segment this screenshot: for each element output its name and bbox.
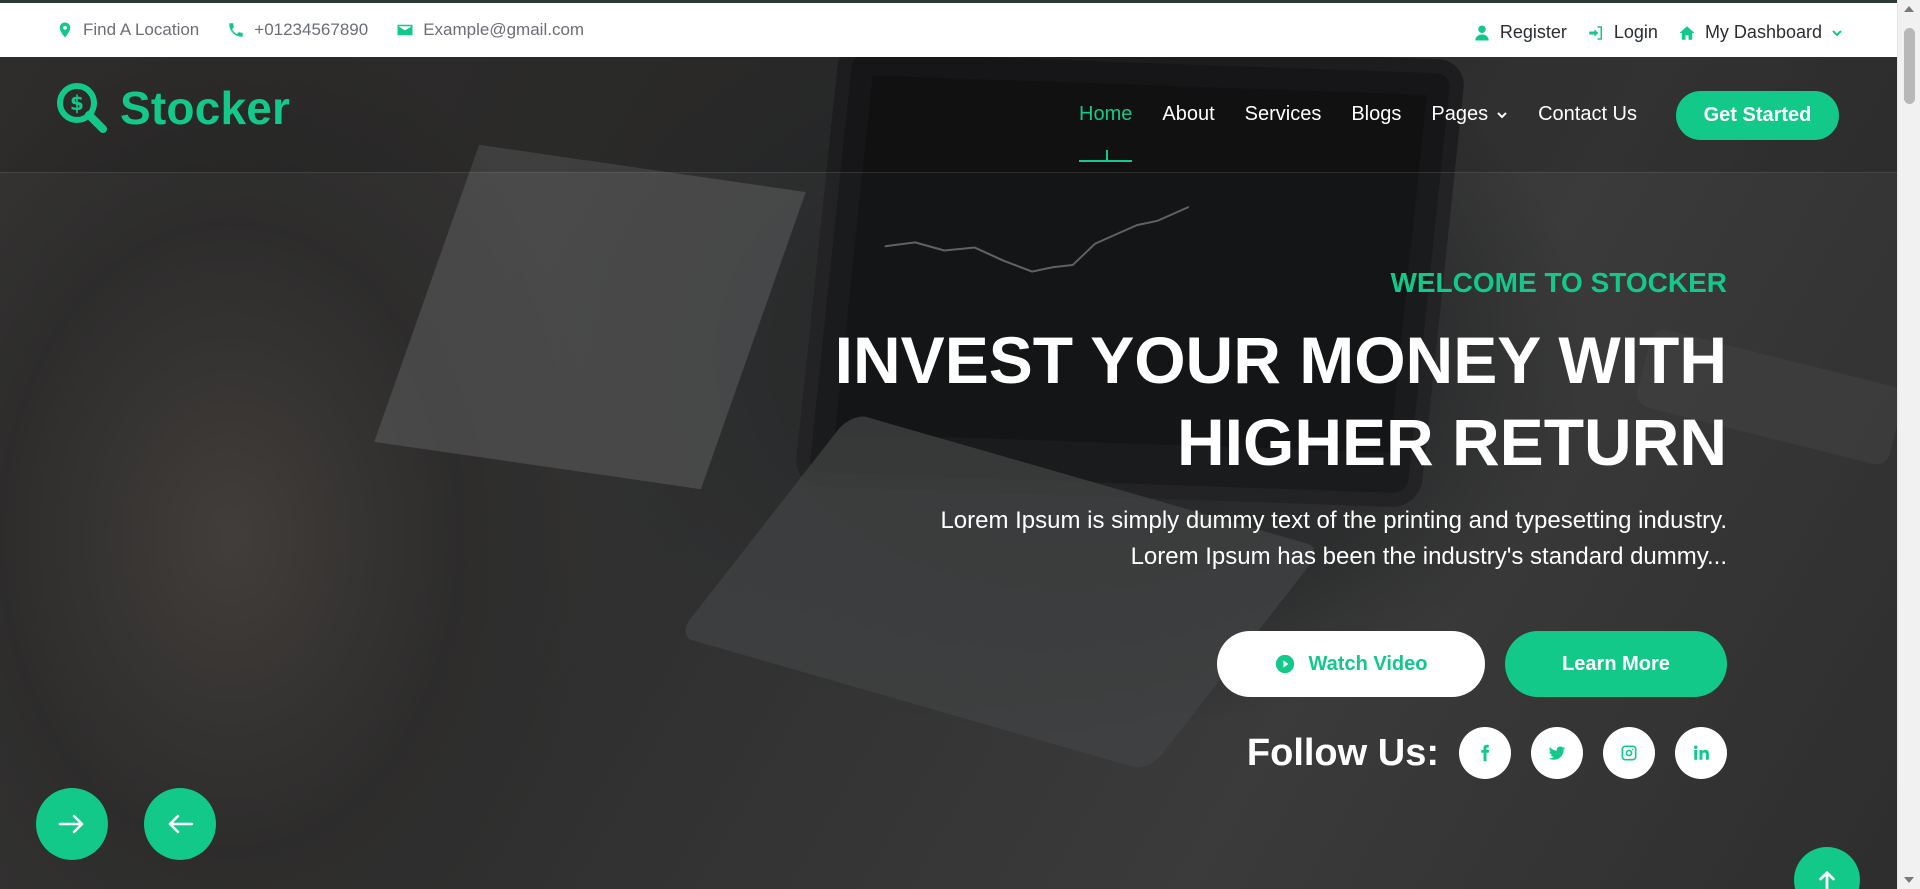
headline-line-2: HIGHER RETURN: [1176, 405, 1727, 479]
nav-blogs-label: Blogs: [1351, 103, 1402, 125]
scrollbar-thumb[interactable]: [1904, 28, 1915, 104]
phone-label: +01234567890: [254, 20, 369, 39]
twitter-link[interactable]: [1531, 727, 1583, 779]
nav-contact[interactable]: Contact Us: [1538, 103, 1637, 126]
twitter-icon: [1548, 746, 1566, 760]
active-underline: [1079, 160, 1133, 162]
nav-contact-label: Contact Us: [1538, 103, 1638, 125]
arrow-left-icon: [168, 814, 194, 834]
main-navbar: $ Stocker Home About Services Blogs Page…: [0, 57, 1897, 173]
watch-video-button[interactable]: Watch Video: [1217, 631, 1485, 697]
phone-icon: [227, 21, 245, 39]
carousel-next-button[interactable]: [36, 788, 108, 860]
location-label: Find A Location: [83, 20, 200, 39]
user-icon: [1473, 24, 1491, 42]
top-bar: Find A Location +01234567890 Example@gma…: [0, 0, 1897, 57]
facebook-icon: [1481, 744, 1490, 762]
hero-actions: Watch Video Learn More: [827, 631, 1727, 697]
headline-line-1: INVEST YOUR MONEY WITH: [834, 323, 1727, 397]
description-line-1: Lorem Ipsum is simply dummy text of the …: [940, 507, 1727, 534]
play-circle-icon: [1275, 654, 1294, 674]
dashboard-dropdown[interactable]: My Dashboard: [1678, 22, 1843, 43]
nav-about-label: About: [1162, 103, 1215, 125]
hero-description: Lorem Ipsum is simply dummy text of the …: [827, 503, 1727, 575]
brand-name: Stocker: [120, 82, 291, 134]
register-link[interactable]: Register: [1473, 22, 1567, 43]
find-location-link[interactable]: Find A Location: [56, 20, 199, 40]
hero-headline: INVEST YOUR MONEY WITH HIGHER RETURN: [827, 319, 1727, 483]
hero-section: $ Stocker Home About Services Blogs Page…: [0, 57, 1897, 889]
chevron-down-icon: [1496, 109, 1508, 121]
nav-services-label: Services: [1244, 103, 1322, 125]
brand-logo[interactable]: $ Stocker: [56, 81, 290, 135]
instagram-icon: [1621, 745, 1637, 761]
search-dollar-icon: $: [57, 83, 107, 133]
page-scrollbar[interactable]: [1897, 0, 1920, 889]
scroll-down-arrow-icon[interactable]: [1904, 877, 1914, 883]
chevron-down-icon: [1831, 27, 1843, 39]
nav-home-label: Home: [1079, 103, 1133, 125]
sign-in-icon: [1587, 24, 1605, 42]
arrow-up-icon: [1819, 871, 1835, 889]
phone-link[interactable]: +01234567890: [227, 20, 368, 40]
instagram-link[interactable]: [1603, 727, 1655, 779]
nav-services[interactable]: Services: [1245, 103, 1322, 126]
map-pin-icon: [56, 21, 74, 39]
nav-menu: Home About Services Blogs Pages Contact …: [1079, 103, 1637, 162]
description-line-2: Lorem Ipsum has been the industry's stan…: [1130, 543, 1727, 570]
nav-about[interactable]: About: [1162, 103, 1214, 126]
linkedin-link[interactable]: [1675, 727, 1727, 779]
email-link[interactable]: Example@gmail.com: [396, 20, 584, 40]
learn-more-button[interactable]: Learn More: [1505, 631, 1727, 697]
follow-us-label: Follow Us:: [1246, 731, 1439, 774]
svg-text:$: $: [70, 91, 84, 115]
nav-home[interactable]: Home: [1079, 103, 1133, 162]
watch-video-label: Watch Video: [1308, 652, 1428, 675]
facebook-link[interactable]: [1459, 727, 1511, 779]
envelope-icon: [396, 21, 414, 39]
login-link[interactable]: Login: [1587, 22, 1658, 43]
login-label: Login: [1613, 22, 1658, 42]
active-tick: [1106, 150, 1108, 160]
arrow-right-icon: [58, 814, 84, 834]
home-icon: [1678, 24, 1696, 42]
dashboard-label: My Dashboard: [1704, 22, 1822, 42]
register-label: Register: [1499, 22, 1567, 42]
nav-pages-dropdown[interactable]: Pages: [1431, 103, 1508, 126]
hero-content: WELCOME TO STOCKER INVEST YOUR MONEY WIT…: [827, 267, 1727, 779]
linkedin-icon: [1694, 745, 1709, 760]
follow-us-row: Follow Us:: [827, 727, 1727, 779]
get-started-button[interactable]: Get Started: [1676, 91, 1839, 140]
nav-pages-label: Pages: [1431, 103, 1489, 125]
email-label: Example@gmail.com: [423, 20, 585, 39]
hero-eyebrow: WELCOME TO STOCKER: [1390, 267, 1727, 298]
nav-blogs[interactable]: Blogs: [1351, 103, 1401, 126]
scroll-up-arrow-icon[interactable]: [1904, 6, 1914, 12]
carousel-prev-button[interactable]: [144, 788, 216, 860]
